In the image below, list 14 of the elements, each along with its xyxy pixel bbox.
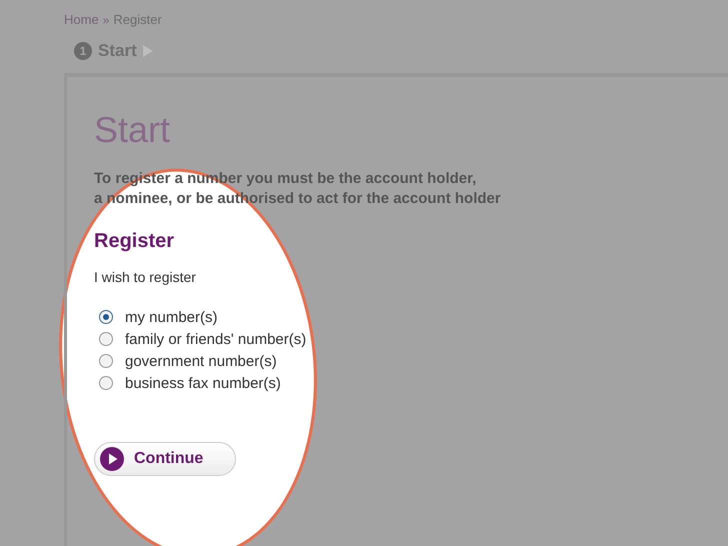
continue-button[interactable]: Continue xyxy=(94,442,236,476)
breadcrumb-link[interactable]: Register xyxy=(113,12,162,27)
option-label: government number(s) xyxy=(125,352,277,370)
section-title: Register xyxy=(94,230,176,252)
breadcrumb-separator: » xyxy=(102,12,110,26)
play-icon xyxy=(100,446,124,470)
option-label: business fax number(s) xyxy=(125,374,281,392)
page-title: Start xyxy=(94,109,172,151)
arrow-icon xyxy=(142,45,153,57)
option-label: my number(s) xyxy=(125,308,218,326)
prompt-text: I wish to register xyxy=(94,268,197,284)
step-number: 1 xyxy=(74,42,92,60)
option-label: family or friends' number(s) xyxy=(125,330,306,348)
breadcrumb-link[interactable]: Home xyxy=(64,12,99,27)
